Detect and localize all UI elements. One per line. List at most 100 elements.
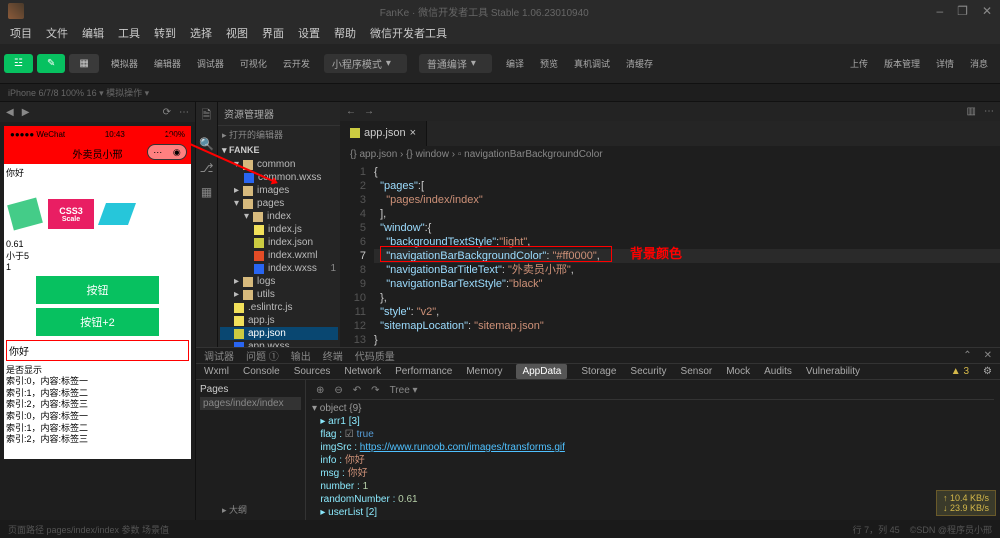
- collapse-icon[interactable]: ⊖: [334, 385, 342, 396]
- sim-button-2[interactable]: 按钮+2: [36, 308, 159, 336]
- dt-tab-audits[interactable]: Audits: [764, 366, 792, 377]
- more-editor-icon[interactable]: ⋯: [984, 106, 994, 117]
- toolbar-cloud-label[interactable]: 云开发: [275, 55, 318, 72]
- menu-project[interactable]: 项目: [4, 23, 38, 43]
- toolbar-editor-button[interactable]: ✎: [37, 54, 65, 73]
- file-index-json[interactable]: index.json: [220, 236, 338, 249]
- dt-tab-memory[interactable]: Memory: [466, 366, 502, 377]
- dt-collapse-icon[interactable]: ⌃: [963, 350, 971, 361]
- toolbar-debugger-button[interactable]: ▦: [69, 54, 98, 73]
- compile-button[interactable]: 编译: [498, 55, 532, 72]
- file-eslintrc[interactable]: .eslintrc.js: [220, 301, 338, 314]
- menu-view[interactable]: 视图: [220, 23, 254, 43]
- simulator-screen[interactable]: ●●●●● WeChat 10:43 100% 外卖员小邢 ⋯◉ 你好 CSS3…: [4, 126, 191, 459]
- dt-tab-mock[interactable]: Mock: [726, 366, 750, 377]
- menu-select[interactable]: 选择: [184, 23, 218, 43]
- page-path-item[interactable]: pages/index/index: [200, 397, 301, 410]
- folder-index[interactable]: ▾index: [220, 210, 338, 223]
- dt-tab-vuln[interactable]: Vulnerability: [806, 366, 860, 377]
- file-app-js[interactable]: app.js: [220, 314, 338, 327]
- minimize-button[interactable]: –: [936, 4, 943, 18]
- device-select[interactable]: iPhone 6/7/8 100% 16 ▾ 模拟操作 ▾: [8, 86, 149, 99]
- obj-info[interactable]: info : 你好: [312, 454, 994, 467]
- dt-debugger[interactable]: 调试器: [204, 348, 234, 363]
- back-icon[interactable]: ◀: [6, 107, 14, 118]
- obj-arr1[interactable]: ▸ arr1 [3]: [312, 415, 994, 428]
- remote-debug-button[interactable]: 真机调试: [566, 55, 618, 72]
- refresh-icon[interactable]: ⟳: [163, 107, 171, 118]
- dt-tab-wxml[interactable]: Wxml: [204, 366, 229, 377]
- menu-devtools[interactable]: 微信开发者工具: [364, 23, 453, 43]
- ext-icon[interactable]: ▦: [201, 185, 212, 199]
- breadcrumb[interactable]: {} app.json › {} window › ▫ navigationBa…: [340, 146, 1000, 163]
- obj-imgsrc[interactable]: imgSrc : https://www.runoob.com/images/t…: [312, 441, 994, 454]
- compile-select[interactable]: 普通编译 ▾: [419, 54, 492, 73]
- menu-ui[interactable]: 界面: [256, 23, 290, 43]
- file-index-wxml[interactable]: index.wxml: [220, 249, 338, 262]
- folder-utils[interactable]: ▸utils: [220, 288, 338, 301]
- expand-icon[interactable]: ⊕: [316, 385, 324, 396]
- dt-tab-appdata[interactable]: AppData: [516, 364, 567, 379]
- dt-output[interactable]: 输出: [291, 348, 311, 363]
- forward-icon[interactable]: ▶: [22, 107, 30, 118]
- dt-tab-console[interactable]: Console: [243, 366, 280, 377]
- toolbar-visual-label[interactable]: 可视化: [232, 55, 275, 72]
- open-editors-section[interactable]: ▸ 打开的编辑器: [218, 126, 340, 143]
- file-index-wxss[interactable]: index.wxss1: [220, 262, 338, 275]
- more-icon[interactable]: ⋯: [179, 107, 189, 118]
- dt-tab-security[interactable]: Security: [630, 366, 666, 377]
- menu-go[interactable]: 转到: [148, 23, 182, 43]
- tree-select[interactable]: Tree ▾: [390, 385, 418, 396]
- split-icon[interactable]: ▥: [967, 106, 976, 117]
- toolbar-simulator-button[interactable]: ☳: [4, 54, 33, 73]
- undo-icon[interactable]: ↶: [353, 385, 361, 396]
- obj-root[interactable]: ▾ object {9}: [312, 402, 994, 415]
- dt-tab-performance[interactable]: Performance: [395, 366, 452, 377]
- details-button[interactable]: 详情: [928, 55, 962, 72]
- close-tab-icon[interactable]: ×: [410, 127, 416, 139]
- dt-tab-sources[interactable]: Sources: [294, 366, 331, 377]
- obj-flag[interactable]: flag : ☑ true: [312, 428, 994, 441]
- menu-tool[interactable]: 工具: [112, 23, 146, 43]
- mode-select[interactable]: 小程序模式 ▾: [324, 54, 407, 73]
- upload-button[interactable]: 上传: [842, 55, 876, 72]
- back-nav-icon[interactable]: ←: [346, 106, 356, 117]
- clear-cache-button[interactable]: 清缓存: [618, 55, 661, 72]
- obj-msg[interactable]: msg : 你好: [312, 467, 994, 480]
- version-button[interactable]: 版本管理: [876, 55, 928, 72]
- menu-help[interactable]: 帮助: [328, 23, 362, 43]
- menu-edit[interactable]: 编辑: [76, 23, 110, 43]
- redo-icon[interactable]: ↷: [371, 385, 379, 396]
- toolbar-editor-label[interactable]: 编辑器: [146, 55, 189, 72]
- gear-icon[interactable]: ⚙: [983, 366, 992, 377]
- dt-tab-network[interactable]: Network: [344, 366, 381, 377]
- toolbar-debugger-label[interactable]: 调试器: [189, 55, 232, 72]
- outline-section[interactable]: ▸ 大纲: [218, 501, 251, 518]
- code-editor[interactable]: 12345678910111213 { "pages":[ "pages/ind…: [340, 163, 1000, 347]
- menu-file[interactable]: 文件: [40, 23, 74, 43]
- dt-tab-sensor[interactable]: Sensor: [681, 366, 713, 377]
- tab-app-json[interactable]: app.json ×: [340, 121, 427, 146]
- capsule-menu[interactable]: ⋯◉: [147, 144, 187, 160]
- dt-warning-badge[interactable]: ▲ 3: [951, 366, 969, 377]
- file-common-wxss[interactable]: common.wxss: [220, 171, 338, 184]
- menu-settings[interactable]: 设置: [292, 23, 326, 43]
- dt-close-icon[interactable]: ✕: [984, 350, 992, 361]
- obj-userlist[interactable]: ▸ userList [2]: [312, 506, 994, 519]
- toolbar-simulator-label[interactable]: 模拟器: [103, 55, 146, 72]
- maximize-button[interactable]: ❐: [957, 4, 968, 18]
- project-root[interactable]: ▾ FANKE: [218, 143, 340, 158]
- file-app-json[interactable]: app.json: [220, 327, 338, 340]
- dt-tab-storage[interactable]: Storage: [581, 366, 616, 377]
- dt-problems[interactable]: 问题 ①: [246, 348, 279, 363]
- sim-input[interactable]: 你好: [6, 340, 189, 361]
- preview-button[interactable]: 预览: [532, 55, 566, 72]
- dt-quality[interactable]: 代码质量: [355, 348, 395, 363]
- message-button[interactable]: 消息: [962, 55, 996, 72]
- obj-random[interactable]: randomNumber : 0.61: [312, 493, 994, 506]
- close-button[interactable]: ✕: [982, 4, 992, 18]
- file-index-js[interactable]: index.js: [220, 223, 338, 236]
- dt-terminal[interactable]: 终端: [323, 348, 343, 363]
- folder-pages[interactable]: ▾pages: [220, 197, 338, 210]
- folder-logs[interactable]: ▸logs: [220, 275, 338, 288]
